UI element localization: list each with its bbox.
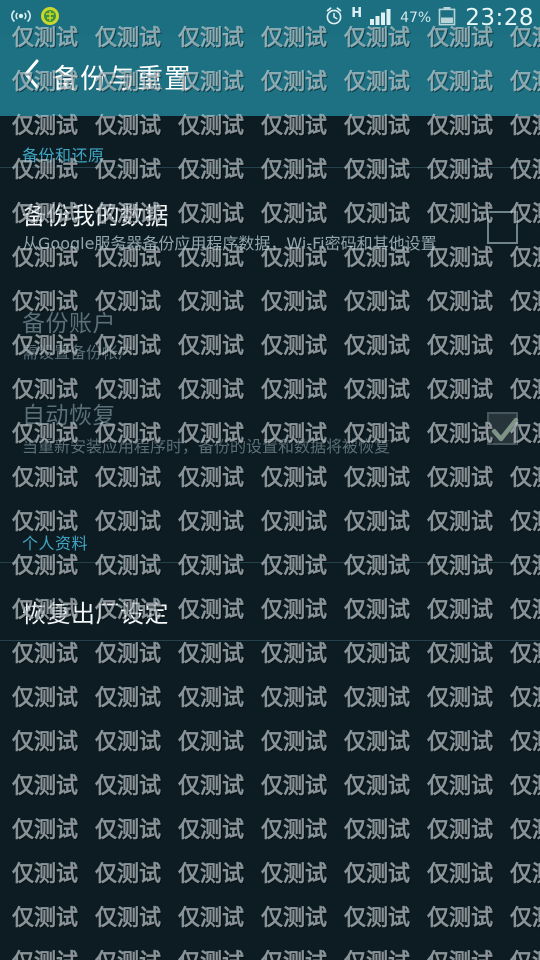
divider (0, 167, 540, 168)
alarm-clock-icon (324, 6, 344, 30)
phone-screen: H 47% 23:28 备份与重置 备份和还原 备份我的数据 从Google服务… (0, 0, 540, 960)
list-item-title: 自动恢复 (22, 403, 116, 429)
back-button[interactable] (14, 36, 50, 116)
action-bar: 备份与重置 (0, 36, 540, 116)
android-sync-icon (40, 6, 60, 30)
checkbox-auto-restore[interactable] (487, 412, 519, 445)
battery-icon (438, 6, 456, 30)
battery-percent-label: 47% (400, 10, 432, 26)
status-bar-left-icons (10, 0, 60, 36)
status-bar-right-icons: H 47% 23:28 (324, 0, 534, 36)
checkbox-backup-my-data[interactable] (487, 211, 518, 244)
clock-label: 23:28 (465, 5, 534, 31)
hotspot-icon (10, 7, 32, 29)
section-header-backup-restore: 备份和还原 (22, 146, 105, 165)
list-item-title: 备份账户 (22, 311, 116, 337)
section-header-personal-data: 个人资料 (22, 534, 89, 553)
network-type-label: H (351, 5, 363, 21)
status-bar: H 47% 23:28 (0, 0, 540, 36)
list-item-title: 恢复出厂设定 (22, 600, 169, 628)
list-item-subtitle: 需设置备份帐户 (22, 343, 135, 362)
list-item-subtitle: 当重新安装应用程序时，备份的设置和数据将被恢复 (22, 437, 391, 456)
divider (0, 640, 540, 641)
page-title: 备份与重置 (52, 63, 192, 95)
list-item-title: 备份我的数据 (22, 202, 169, 230)
list-item-subtitle: 从Google服务器备份应用程序数据，Wi-Fi密码和其他设置 (22, 234, 437, 253)
signal-bars-icon (369, 7, 393, 29)
back-chevron-icon (22, 58, 42, 94)
settings-list[interactable]: 备份和还原 备份我的数据 从Google服务器备份应用程序数据，Wi-Fi密码和… (0, 116, 540, 960)
divider (0, 562, 540, 563)
